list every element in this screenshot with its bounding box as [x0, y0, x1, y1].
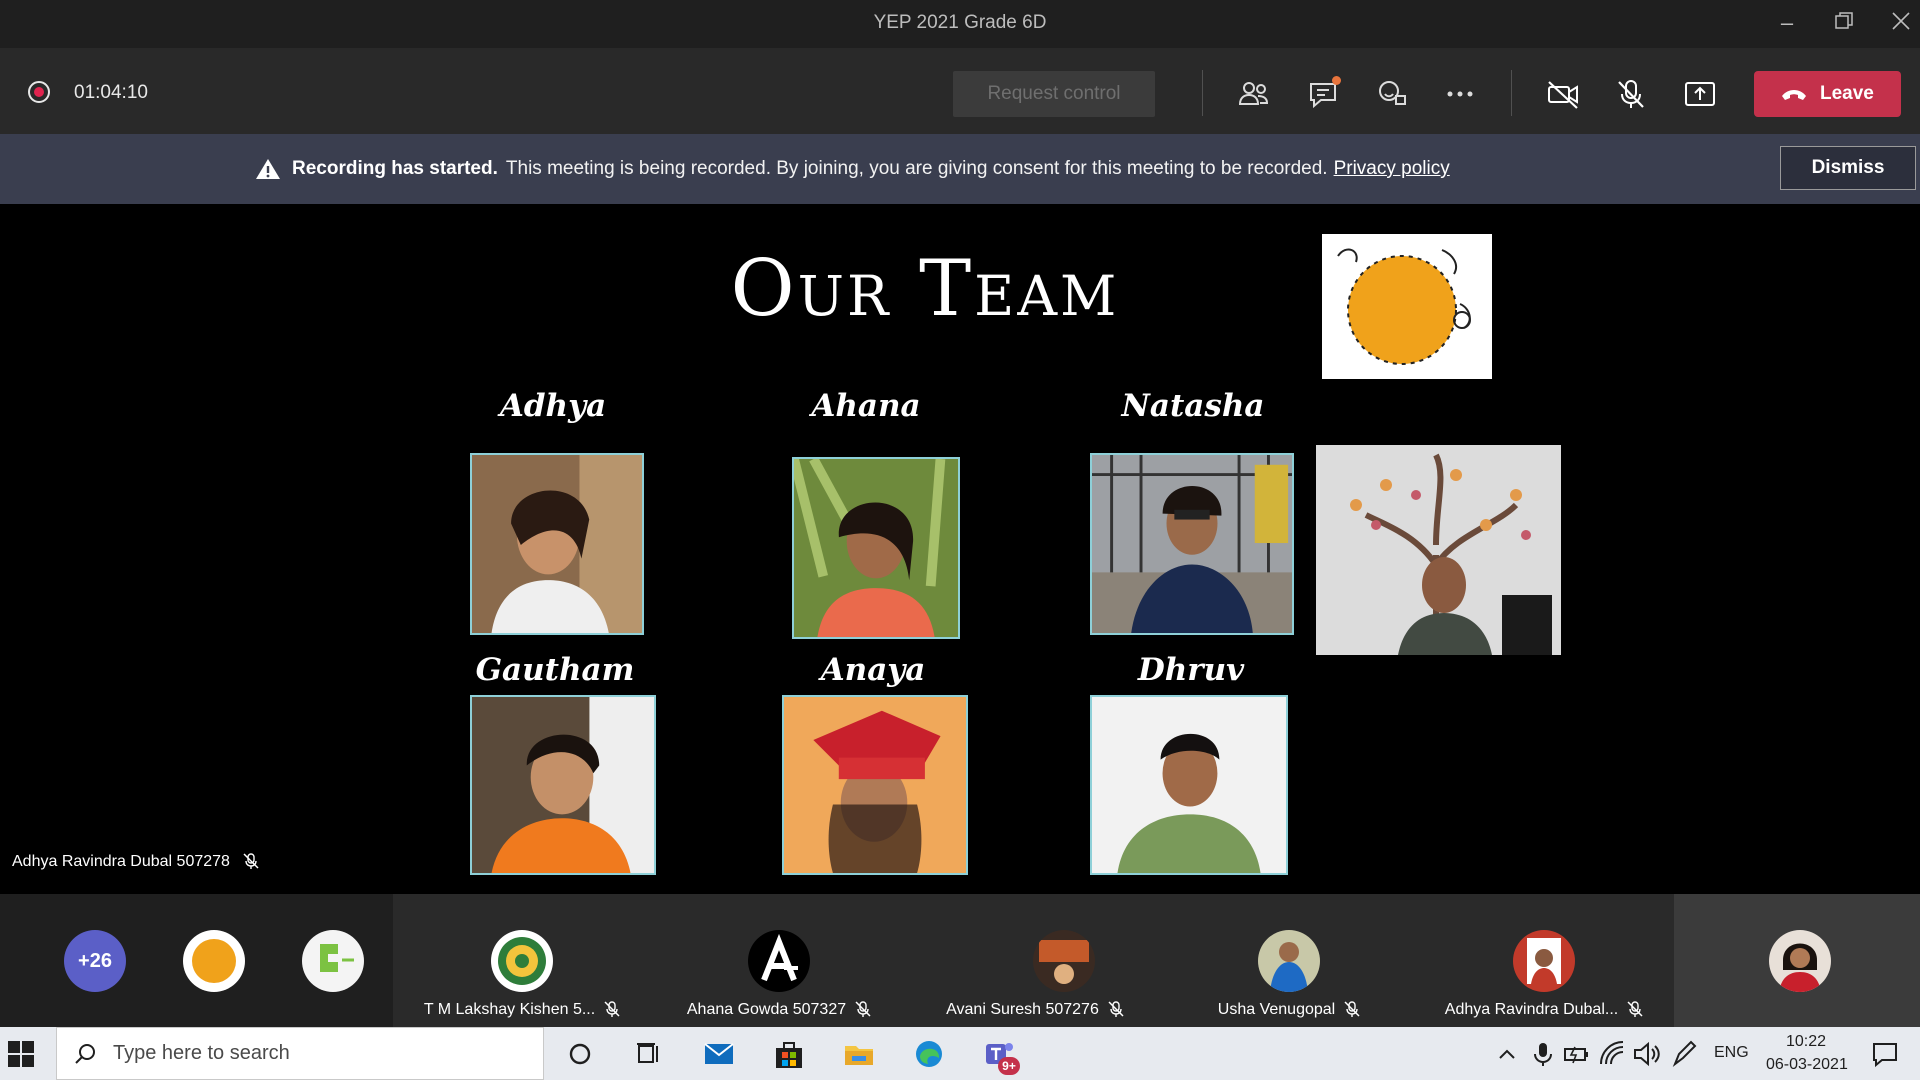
- language-indicator[interactable]: ENG: [1714, 1044, 1749, 1062]
- shared-content-stage: Our Team Adhya Ahana Natasha Gautham Ana…: [0, 204, 1920, 894]
- team-logo: [1322, 234, 1492, 379]
- recording-icon: [28, 81, 50, 103]
- member-name: Adhya: [499, 388, 607, 424]
- member-photo: [792, 457, 960, 639]
- member-name: Gautham: [475, 652, 635, 688]
- recording-banner: Recording has started. This meeting is be…: [0, 134, 1920, 204]
- participant-name: Avani Suresh 507276: [907, 1000, 1164, 1019]
- mic-muted-icon: [1627, 1001, 1643, 1017]
- participant-avatar: [1769, 930, 1831, 992]
- member-name: Natasha: [1121, 388, 1265, 424]
- store-icon[interactable]: [772, 1038, 806, 1070]
- slide-title: Our Team: [730, 244, 1120, 334]
- edge-browser-icon[interactable]: [912, 1038, 946, 1070]
- member-photo: [782, 695, 968, 875]
- banner-text: Recording has started. This meeting is be…: [292, 158, 1450, 180]
- mic-muted-icon: [855, 1001, 871, 1017]
- member-name: Ahana: [811, 388, 921, 424]
- participant-avatar: [1513, 930, 1575, 992]
- title-bar: YEP 2021 Grade 6D –: [0, 0, 1920, 48]
- mic-muted-icon: [604, 1001, 620, 1017]
- participant-strip: +26 T M Lakshay Kishen 5... Ahana Gowda …: [0, 894, 1920, 1027]
- active-speaker-label: Adhya Ravindra Dubal 507278: [12, 852, 260, 871]
- clock-date[interactable]: 06-03-2021: [1766, 1056, 1848, 1074]
- hang-up-icon: [1782, 90, 1806, 100]
- cortana-icon[interactable]: [563, 1038, 597, 1070]
- participant-tile[interactable]: Avani Suresh 507276: [907, 894, 1164, 1027]
- warning-icon: [256, 159, 280, 179]
- participant-tile[interactable]: Usha Venugopal: [1164, 894, 1415, 1027]
- member-photo: [470, 695, 656, 875]
- teams-badge: 9+: [998, 1057, 1020, 1075]
- chat-notification-dot: [1332, 76, 1341, 85]
- close-icon[interactable]: [1886, 10, 1916, 36]
- windows-start-icon[interactable]: [8, 1041, 34, 1067]
- mic-muted-icon: [243, 853, 259, 869]
- participant-name: Adhya Ravindra Dubal...: [1415, 1000, 1674, 1019]
- notifications-icon[interactable]: [1868, 1038, 1902, 1070]
- battery-icon[interactable]: [1559, 1038, 1589, 1070]
- more-participants-button[interactable]: +26: [64, 930, 126, 992]
- self-view-tile[interactable]: [1674, 894, 1920, 1027]
- mic-muted-icon: [1108, 1001, 1124, 1017]
- participant-avatar: [491, 930, 553, 992]
- participant-avatar[interactable]: [183, 930, 245, 992]
- taskbar-search-box[interactable]: Type here to search: [56, 1027, 544, 1080]
- member-photo: [470, 453, 644, 635]
- toolbar-divider: [1202, 70, 1203, 116]
- participant-avatar: [1258, 930, 1320, 992]
- participant-tile[interactable]: Adhya Ravindra Dubal...: [1415, 894, 1674, 1027]
- member-photo: [1090, 453, 1294, 635]
- banner-message: This meeting is being recorded. By joini…: [505, 158, 1328, 179]
- minimize-icon[interactable]: –: [1772, 10, 1802, 36]
- participant-overflow-area: +26: [0, 894, 393, 1027]
- participant-tile[interactable]: T M Lakshay Kishen 5...: [393, 894, 652, 1027]
- privacy-policy-link[interactable]: Privacy policy: [1334, 158, 1450, 179]
- volume-icon[interactable]: [1629, 1038, 1660, 1070]
- leave-label: Leave: [1820, 83, 1874, 104]
- member-name: Dhruv: [1137, 652, 1245, 688]
- participant-name: Usha Venugopal: [1164, 1000, 1415, 1019]
- mail-icon[interactable]: [702, 1038, 736, 1070]
- pen-icon[interactable]: [1667, 1038, 1697, 1070]
- participant-tile[interactable]: Ahana Gowda 507327: [652, 894, 907, 1027]
- taskbar: Type here to search 9+ ENG 10:22 06-03-2…: [0, 1027, 1920, 1080]
- dismiss-button[interactable]: Dismiss: [1780, 146, 1916, 190]
- file-explorer-icon[interactable]: [842, 1038, 876, 1070]
- show-hidden-icons-icon[interactable]: [1490, 1038, 1520, 1070]
- member-name: Anaya: [820, 652, 926, 688]
- meeting-toolbar: 01:04:10 Request control Leave: [0, 48, 1920, 134]
- participant-name: T M Lakshay Kishen 5...: [393, 1000, 652, 1019]
- camera-off-icon[interactable]: [1543, 74, 1583, 114]
- member-photo: [1090, 695, 1288, 875]
- more-options-icon[interactable]: [1440, 74, 1480, 114]
- chat-icon[interactable]: [1303, 74, 1343, 114]
- meeting-timer: 01:04:10: [74, 82, 148, 103]
- request-control-button[interactable]: Request control: [953, 71, 1155, 117]
- speaker-name: Adhya Ravindra Dubal 507278: [12, 853, 230, 870]
- banner-headline: Recording has started.: [292, 158, 498, 179]
- participant-video: [1316, 445, 1561, 655]
- mic-muted-icon: [1344, 1001, 1360, 1017]
- participant-avatar[interactable]: [302, 930, 364, 992]
- clock-time[interactable]: 10:22: [1786, 1033, 1826, 1051]
- participant-name: Ahana Gowda 507327: [652, 1000, 907, 1019]
- leave-button[interactable]: Leave: [1754, 71, 1901, 117]
- search-placeholder: Type here to search: [113, 1042, 290, 1064]
- reactions-icon[interactable]: [1372, 74, 1412, 114]
- wifi-icon[interactable]: [1595, 1038, 1625, 1070]
- task-view-icon[interactable]: [631, 1038, 665, 1070]
- microphone-icon[interactable]: [1526, 1038, 1556, 1070]
- microphone-muted-icon[interactable]: [1611, 74, 1651, 114]
- search-icon: [75, 1044, 95, 1064]
- window-title: YEP 2021 Grade 6D: [873, 12, 1047, 33]
- participants-icon[interactable]: [1234, 74, 1274, 114]
- share-screen-icon[interactable]: [1680, 74, 1720, 114]
- participant-avatar: [748, 930, 810, 992]
- participant-avatar: [1033, 930, 1095, 992]
- restore-icon[interactable]: [1829, 10, 1859, 36]
- toolbar-divider: [1511, 70, 1512, 116]
